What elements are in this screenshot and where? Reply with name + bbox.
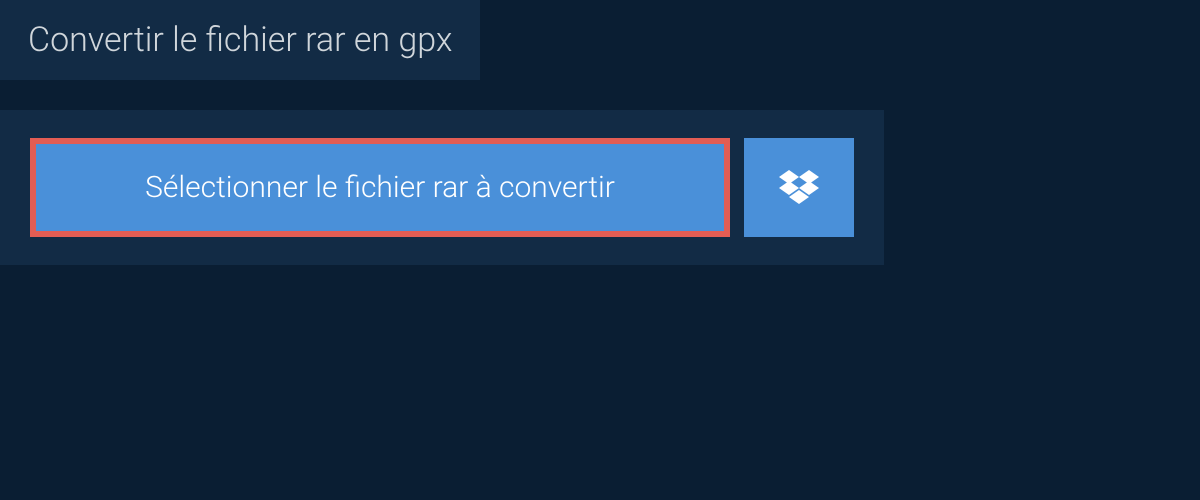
select-file-button[interactable]: Sélectionner le fichier rar à convertir [30,138,730,237]
dropbox-icon [779,170,819,206]
select-file-button-label: Sélectionner le fichier rar à convertir [145,170,615,205]
title-bar: Convertir le fichier rar en gpx [0,0,480,80]
page-title: Convertir le fichier rar en gpx [28,20,452,60]
converter-panel: Sélectionner le fichier rar à convertir [0,110,884,265]
dropbox-button[interactable] [744,138,854,237]
